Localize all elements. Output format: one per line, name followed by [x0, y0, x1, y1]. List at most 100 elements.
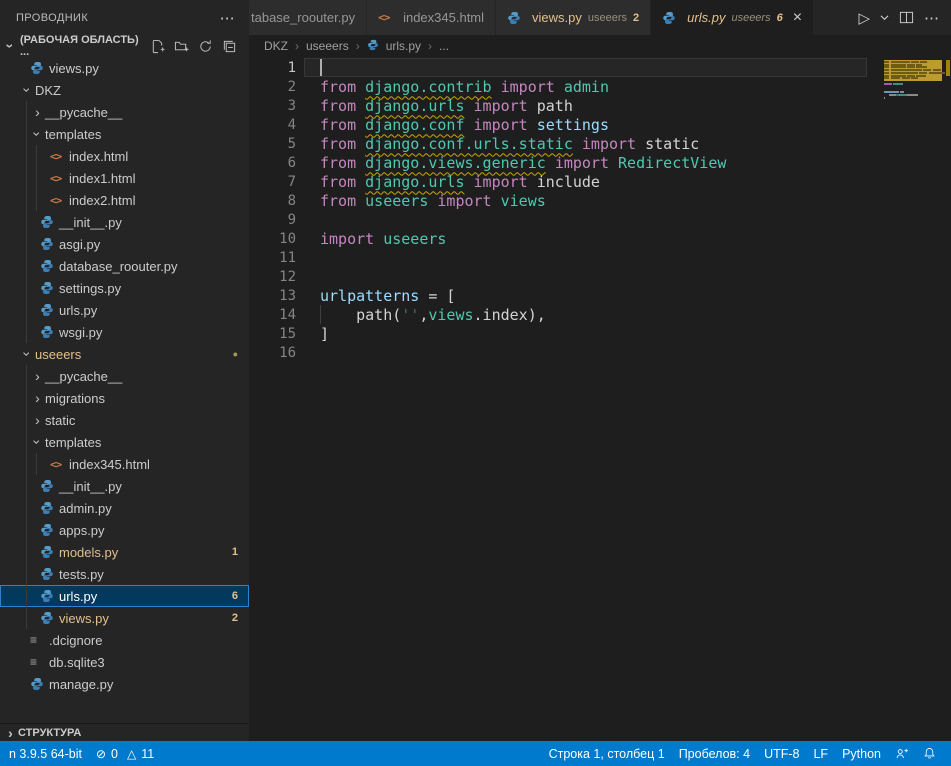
tree-folder-useeers[interactable]: ›useeers● — [0, 343, 249, 365]
main-area: ПРОВОДНИК ⋯ › (РАБОЧАЯ ОБЛАСТЬ) ... view… — [0, 0, 951, 741]
tree-file-urls.py[interactable]: urls.py — [0, 299, 249, 321]
tree-file-index.html[interactable]: <>index.html — [0, 145, 249, 167]
chevron-down-icon: › — [31, 435, 45, 450]
breadcrumb-item-urls.py[interactable]: urls.py — [386, 39, 421, 53]
tab-index345.html[interactable]: <>index345.html — [367, 0, 496, 35]
tree-folder-__pycache__[interactable]: ›__pycache__ — [0, 365, 249, 387]
code-editor[interactable]: 12from django.contrib import admin3from … — [249, 57, 951, 741]
explorer-more-actions-icon[interactable]: ⋯ — [220, 9, 235, 27]
overview-ruler-warning-mark — [946, 60, 950, 76]
chevron-right-icon: › — [3, 726, 18, 740]
tab-urls.py[interactable]: urls.pyuseeers6× — [651, 0, 814, 35]
tree-folder-DKZ[interactable]: ›DKZ — [0, 79, 249, 101]
breadcrumb-item-useeers[interactable]: useeers — [306, 39, 349, 53]
vscode-window: ПРОВОДНИК ⋯ › (РАБОЧАЯ ОБЛАСТЬ) ... view… — [0, 0, 951, 766]
refresh-icon[interactable] — [198, 39, 213, 54]
tree-file-settings.py[interactable]: settings.py — [0, 277, 249, 299]
collapse-all-icon[interactable] — [222, 39, 237, 54]
tree-file-admin.py[interactable]: admin.py — [0, 497, 249, 519]
chevron-right-icon: › — [30, 413, 45, 427]
tree-item-label: useeers — [35, 347, 81, 362]
split-editor-icon[interactable] — [899, 10, 914, 25]
line-number: 15 — [249, 326, 296, 342]
indent-guide — [26, 541, 27, 563]
breadcrumb-item-...[interactable]: ... — [439, 39, 449, 53]
tab-description: useeers — [588, 12, 627, 24]
line-number: 7 — [249, 174, 296, 190]
tree-file-database_roouter.py[interactable]: database_roouter.py — [0, 255, 249, 277]
tree-file-manage.py[interactable]: manage.py — [0, 673, 249, 695]
text-cursor — [320, 59, 322, 76]
minimap-line — [889, 94, 896, 96]
tree-file-models.py[interactable]: models.py1 — [0, 541, 249, 563]
indent-guide — [26, 299, 27, 321]
new-file-icon[interactable] — [150, 39, 165, 54]
python-version-label: n 3.9.5 64-bit — [9, 747, 82, 761]
encoding-status[interactable]: UTF-8 — [757, 741, 806, 766]
minimap-line — [907, 75, 915, 77]
chevron-right-icon: › — [30, 391, 45, 405]
eol-status[interactable]: LF — [806, 741, 835, 766]
workspace-section-header[interactable]: › (РАБОЧАЯ ОБЛАСТЬ) ... — [0, 35, 249, 57]
indent-guide — [26, 497, 27, 519]
tree-folder-migrations[interactable]: ›migrations — [0, 387, 249, 409]
tree-file-asgi.py[interactable]: asgi.py — [0, 233, 249, 255]
tree-file-index345.html[interactable]: <>index345.html — [0, 453, 249, 475]
line-text: urlpatterns = [ — [296, 287, 455, 305]
code-line-10: 10import useeers — [249, 229, 951, 248]
python-file-icon — [40, 281, 59, 295]
tab-problems-badge: 6 — [777, 12, 783, 24]
run-python-file-button[interactable]: ▷ — [858, 9, 870, 27]
indentation-status[interactable]: Пробелов: 4 — [672, 741, 757, 766]
minimap-line — [923, 69, 931, 71]
outline-section-header[interactable]: › СТРУКТУРА — [0, 723, 249, 741]
status-bar-right: Строка 1, столбец 1Пробелов: 4UTF-8LFPyt… — [542, 741, 943, 766]
tree-file-db.sqlite3[interactable]: ≡db.sqlite3 — [0, 651, 249, 673]
tree-folder-static[interactable]: ›static — [0, 409, 249, 431]
tree-folder-__pycache__[interactable]: ›__pycache__ — [0, 101, 249, 123]
cursor-position-status[interactable]: Строка 1, столбец 1 — [542, 741, 672, 766]
tree-file-wsgi.py[interactable]: wsgi.py — [0, 321, 249, 343]
breadcrumb-item-DKZ[interactable]: DKZ — [264, 39, 288, 53]
chevron-right-icon: › — [30, 105, 45, 119]
line-number: 11 — [249, 250, 296, 266]
python-interpreter-status[interactable]: n 3.9.5 64-bit — [2, 741, 89, 766]
tree-file-urls.py[interactable]: urls.py6 — [0, 585, 249, 607]
tab-tabase_roouter.py[interactable]: tabase_roouter.py — [249, 0, 367, 35]
run-dropdown-chevron-icon[interactable] — [880, 13, 889, 22]
tree-file-tests.py[interactable]: tests.py — [0, 563, 249, 585]
tab-views.py[interactable]: views.pyuseeers2 — [496, 0, 651, 35]
tree-folder-templates[interactable]: ›templates — [0, 431, 249, 453]
line-text: path('',views.index), — [296, 306, 546, 324]
problems-status[interactable]: ⊘0△11 — [89, 741, 161, 766]
minimap-line — [916, 66, 927, 68]
minimap-line — [884, 75, 889, 77]
indent-guide — [26, 189, 27, 211]
python-file-icon — [40, 611, 59, 625]
close-icon[interactable]: × — [793, 10, 802, 26]
python-file-icon — [40, 215, 59, 229]
python-file-icon — [40, 589, 59, 603]
tree-file-views.py[interactable]: views.py2 — [0, 607, 249, 629]
indent-guide — [36, 167, 37, 189]
indent-guide — [26, 409, 27, 431]
tree-file-views.py[interactable]: views.py — [0, 57, 249, 79]
line-number: 13 — [249, 288, 296, 304]
tree-folder-templates[interactable]: ›templates — [0, 123, 249, 145]
bell-icon[interactable] — [916, 741, 943, 766]
new-folder-icon[interactable] — [174, 39, 189, 54]
feedback-icon[interactable] — [888, 741, 916, 766]
tree-file-apps.py[interactable]: apps.py — [0, 519, 249, 541]
language-mode-status[interactable]: Python — [835, 741, 888, 766]
chevron-down-icon: › — [31, 127, 45, 142]
tree-file-index1.html[interactable]: <>index1.html — [0, 167, 249, 189]
more-actions-icon[interactable]: ⋯ — [924, 9, 939, 27]
indent-guide — [26, 255, 27, 277]
line-number: 12 — [249, 269, 296, 285]
tree-file-__init__.py[interactable]: __init__.py — [0, 211, 249, 233]
minimap[interactable] — [875, 58, 945, 198]
tab-description: useeers — [731, 12, 770, 24]
tree-file-index2.html[interactable]: <>index2.html — [0, 189, 249, 211]
tree-file-__init__.py[interactable]: __init__.py — [0, 475, 249, 497]
tree-file-.dcignore[interactable]: ≡.dcignore — [0, 629, 249, 651]
